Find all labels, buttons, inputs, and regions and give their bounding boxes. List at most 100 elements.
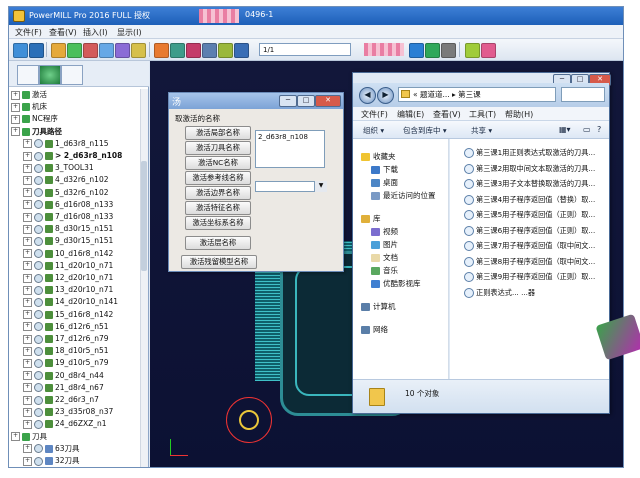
- tree-toolpath-item[interactable]: +1_d63r8_n115: [23, 138, 109, 150]
- active-workplane-name-button[interactable]: 激活坐标系名称: [185, 216, 251, 230]
- expand-toggle-icon[interactable]: +: [23, 261, 32, 271]
- visibility-bulb-icon[interactable]: [34, 188, 43, 198]
- shading-icon[interactable]: [425, 43, 440, 58]
- expand-toggle-icon[interactable]: +: [23, 139, 32, 149]
- tree-tab-icon[interactable]: [17, 65, 39, 85]
- visibility-bulb-icon[interactable]: [34, 358, 43, 368]
- block-icon[interactable]: [51, 43, 66, 58]
- visibility-bulb-icon[interactable]: [34, 175, 43, 185]
- expand-toggle-icon[interactable]: +: [23, 212, 32, 222]
- explorer-menu-file[interactable]: 文件(F): [361, 109, 388, 120]
- explorer-menu-help[interactable]: 帮助(H): [505, 109, 533, 120]
- expand-toggle-icon[interactable]: +: [11, 102, 20, 112]
- visibility-bulb-icon[interactable]: [34, 249, 43, 259]
- collision-icon[interactable]: [186, 43, 201, 58]
- expand-toggle-icon[interactable]: +: [23, 188, 32, 198]
- expand-toggle-icon[interactable]: +: [11, 114, 20, 124]
- active-feature-name-button[interactable]: 激活特征名称: [185, 201, 251, 215]
- view-options-icon[interactable]: ▦▾: [559, 125, 571, 134]
- expand-toggle-icon[interactable]: +: [23, 456, 32, 466]
- save-icon[interactable]: [29, 43, 44, 58]
- explorer-menu-tools[interactable]: 工具(T): [469, 109, 496, 120]
- expand-toggle-icon[interactable]: +: [23, 236, 32, 246]
- expand-toggle-icon[interactable]: +: [23, 383, 32, 393]
- expand-toggle-icon[interactable]: +: [23, 273, 32, 283]
- active-nc-name-button[interactable]: 激活NC名称: [185, 156, 251, 170]
- feedrate-icon[interactable]: [131, 43, 146, 58]
- expand-toggle-icon[interactable]: +: [23, 310, 32, 320]
- expand-toggle-icon[interactable]: +: [23, 444, 32, 454]
- expand-toggle-icon[interactable]: +: [23, 224, 32, 234]
- tree-toolpath-item[interactable]: +4_d32r6_n102: [23, 174, 109, 186]
- nav-item[interactable]: 优酷影视库: [371, 278, 421, 289]
- file-item[interactable]: 正则表达式... ...器: [464, 287, 535, 298]
- expand-toggle-icon[interactable]: +: [23, 200, 32, 210]
- search-input[interactable]: [561, 87, 605, 102]
- expand-toggle-icon[interactable]: +: [23, 395, 32, 405]
- explorer-menu-edit[interactable]: 编辑(E): [397, 109, 424, 120]
- tree-toolpath-item[interactable]: +7_d16r08_n133: [23, 211, 113, 223]
- expand-toggle-icon[interactable]: +: [23, 371, 32, 381]
- tree-toolpath-item[interactable]: +18_d10r5_n51: [23, 345, 109, 357]
- pattern-icon[interactable]: [115, 43, 130, 58]
- visibility-bulb-icon[interactable]: [34, 444, 43, 454]
- active-name-textbox[interactable]: 2_d63r8_n108: [255, 130, 325, 168]
- nav-item[interactable]: 下载: [371, 164, 398, 175]
- tree-toolpath-item[interactable]: +17_d12r6_n79: [23, 333, 109, 345]
- tree-toolpath-item[interactable]: + > 2_d63r8_n108: [23, 150, 122, 162]
- expand-toggle-icon[interactable]: +: [23, 346, 32, 356]
- expand-toggle-icon[interactable]: +: [23, 419, 32, 429]
- back-icon[interactable]: ◀: [359, 87, 376, 104]
- file-item[interactable]: 第三课5用子程序返回值（正则）取...: [464, 209, 595, 220]
- nav-group[interactable]: 收藏夹: [361, 151, 396, 162]
- include-in-library-button[interactable]: 包含到库中 ▾: [403, 125, 447, 136]
- chevron-down-icon[interactable]: ▼: [314, 181, 327, 192]
- forward-icon[interactable]: ▶: [377, 87, 394, 104]
- level-icon[interactable]: [218, 43, 233, 58]
- boundary-icon[interactable]: [99, 43, 114, 58]
- tree-toolpath-item[interactable]: +10_d16r8_n142: [23, 248, 113, 260]
- verify-icon[interactable]: [170, 43, 185, 58]
- tree-toolpath-item[interactable]: +9_d30r15_n151: [23, 235, 113, 247]
- blank-tab-icon[interactable]: [61, 65, 83, 85]
- tree-toolpath-item[interactable]: +16_d12r6_n51: [23, 321, 109, 333]
- file-item[interactable]: 第三课2用取中间文本取激活的刀具...: [464, 163, 595, 174]
- dialog-minimize-button[interactable]: ─: [279, 95, 297, 107]
- file-item[interactable]: 第三课8用子程序返回值（取中间文...: [464, 256, 595, 267]
- menu-display[interactable]: 显示(I): [117, 27, 142, 38]
- visibility-bulb-icon[interactable]: [34, 346, 43, 356]
- menu-file[interactable]: 文件(F): [15, 27, 42, 38]
- nav-item[interactable]: 文档: [371, 252, 398, 263]
- nav-item[interactable]: 图片: [371, 239, 398, 250]
- visibility-bulb-icon[interactable]: [34, 261, 43, 271]
- address-segment-current[interactable]: 第三课: [458, 90, 481, 99]
- tool-icon[interactable]: [83, 43, 98, 58]
- wireframe-icon[interactable]: [441, 43, 456, 58]
- expand-toggle-icon[interactable]: +: [23, 249, 32, 259]
- component-icon[interactable]: [481, 43, 496, 58]
- visibility-bulb-icon[interactable]: [34, 273, 43, 283]
- address-bar[interactable]: « 题道道... ▸ 第三课: [398, 87, 556, 102]
- tree-toolpath-item[interactable]: +23_d35r08_n37: [23, 406, 113, 418]
- tree-toolpath-item[interactable]: +13_d20r10_n71: [23, 284, 113, 296]
- nav-group[interactable]: 计算机: [361, 301, 396, 312]
- tree-toolpath-item[interactable]: +15_d16r8_n142: [23, 309, 113, 321]
- nav-group[interactable]: 网络: [361, 324, 388, 335]
- visibility-bulb-icon[interactable]: [34, 395, 43, 405]
- nav-item[interactable]: 最近访问的位置: [371, 190, 436, 201]
- globe-tab-icon[interactable]: [39, 65, 61, 85]
- nav-item[interactable]: 桌面: [371, 177, 398, 188]
- file-item[interactable]: 第三课4用子程序返回值（替换）取...: [464, 194, 595, 205]
- measure-icon[interactable]: [465, 43, 480, 58]
- macro-icon[interactable]: [234, 43, 249, 58]
- visibility-bulb-icon[interactable]: [34, 163, 43, 173]
- dialog-maximize-button[interactable]: □: [297, 95, 315, 107]
- expand-toggle-icon[interactable]: +: [11, 432, 20, 442]
- expand-toggle-icon[interactable]: +: [23, 285, 32, 295]
- tree-toolpath-item[interactable]: +5_d32r6_n102: [23, 187, 109, 199]
- visibility-bulb-icon[interactable]: [34, 200, 43, 210]
- expand-toggle-icon[interactable]: +: [23, 163, 32, 173]
- visibility-bulb-icon[interactable]: [34, 371, 43, 381]
- simulate-icon[interactable]: [154, 43, 169, 58]
- visibility-bulb-icon[interactable]: [34, 334, 43, 344]
